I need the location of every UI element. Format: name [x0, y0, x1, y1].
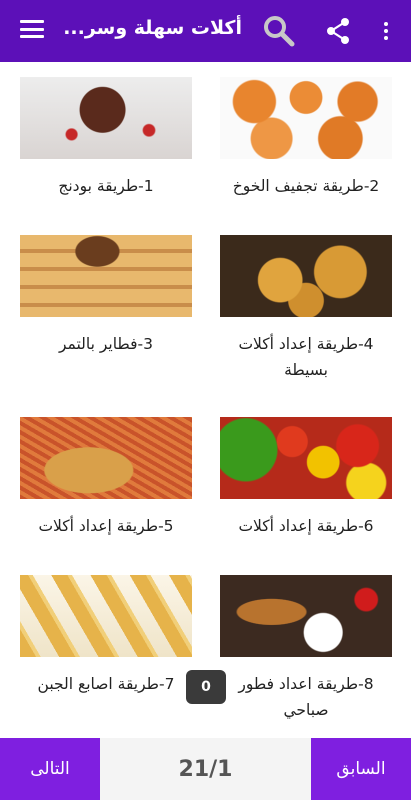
page-title: أكلات سهلة وسر... — [63, 17, 242, 39]
menu-icon[interactable] — [20, 18, 44, 40]
recipe-title: 7-طريقة اصابع الجبن — [37, 675, 175, 693]
recipe-card-7[interactable]: 7-طريقة اصابع الجبن — [20, 575, 192, 697]
recipe-image — [20, 77, 192, 159]
recipe-grid: 1-طريقة بودنج 2-طريقة تجفيف الخوخ 3-فطاي… — [0, 62, 411, 738]
recipe-card-1[interactable]: 1-طريقة بودنج — [20, 77, 192, 199]
recipe-title: 5-طريقة إعداد أكلات — [38, 517, 174, 535]
recipe-image — [220, 575, 392, 657]
more-vert-icon[interactable] — [376, 14, 396, 48]
count-badge[interactable]: 0 — [186, 670, 226, 704]
recipe-image — [220, 77, 392, 159]
recipe-title: 3-فطاير بالتمر — [58, 335, 154, 353]
recipe-image — [20, 235, 192, 317]
recipe-image — [220, 417, 392, 499]
recipe-title: 6-طريقة إعداد أكلات — [238, 517, 374, 535]
page-indicator: 21/1 — [178, 756, 233, 782]
recipe-image — [20, 417, 192, 499]
share-icon[interactable] — [325, 17, 351, 45]
recipe-card-4[interactable]: 4-طريقة إعداد أكلات بسيطة — [220, 235, 392, 383]
recipe-title: 8-طريقة اعداد فطور صباحي — [238, 675, 374, 719]
recipe-card-8[interactable]: 8-طريقة اعداد فطور صباحي — [220, 575, 392, 723]
search-icon[interactable] — [262, 14, 296, 48]
next-button[interactable]: التالى — [0, 738, 100, 800]
recipe-title: 1-طريقة بودنج — [58, 177, 154, 195]
bottom-nav: التالى 21/1 السابق — [0, 738, 411, 800]
app-bar: أكلات سهلة وسر... — [0, 0, 411, 62]
recipe-title: 2-طريقة تجفيف الخوخ — [232, 177, 380, 195]
previous-button[interactable]: السابق — [311, 738, 411, 800]
recipe-image — [20, 575, 192, 657]
recipe-card-5[interactable]: 5-طريقة إعداد أكلات — [20, 417, 192, 539]
recipe-card-3[interactable]: 3-فطاير بالتمر — [20, 235, 192, 357]
recipe-image — [220, 235, 392, 317]
recipe-title: 4-طريقة إعداد أكلات بسيطة — [238, 335, 374, 379]
recipe-card-6[interactable]: 6-طريقة إعداد أكلات — [220, 417, 392, 539]
recipe-card-2[interactable]: 2-طريقة تجفيف الخوخ — [220, 77, 392, 199]
